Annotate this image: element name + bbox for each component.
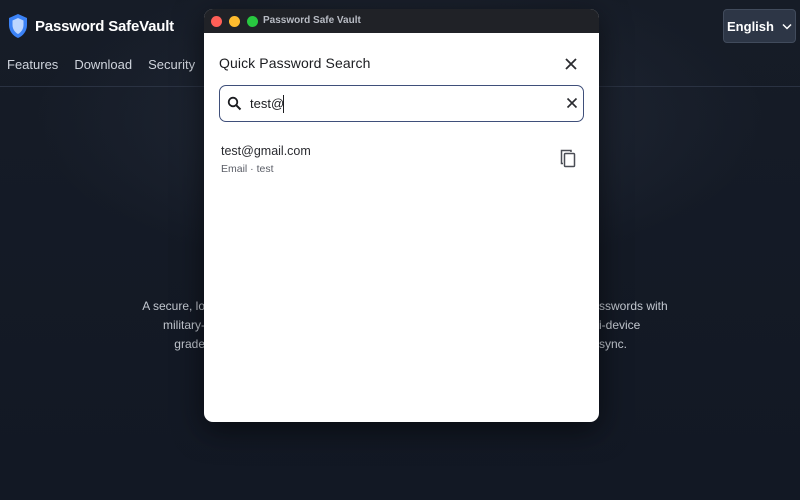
result-subtitle: Email · test [221, 163, 274, 175]
chevron-down-icon [782, 23, 792, 30]
dialog-close-button[interactable] [561, 54, 581, 74]
site-nav: Features Download Security E [7, 57, 220, 72]
window-title: Password Safe Vault [263, 15, 361, 26]
site-logo-text: Password SafeVault [35, 17, 174, 35]
shield-icon [9, 14, 27, 38]
hero-right-line-2: i-device sync. [599, 318, 641, 351]
close-icon [565, 58, 577, 70]
copy-icon [560, 149, 576, 167]
search-result-item[interactable]: test@gmail.com Email · test [221, 143, 581, 179]
language-selector[interactable]: English [723, 9, 796, 43]
window-controls [211, 15, 258, 27]
quick-search-window: Password Safe Vault Quick Password Searc… [204, 9, 599, 422]
nav-download[interactable]: Download [74, 57, 132, 72]
nav-features[interactable]: Features [7, 57, 58, 72]
nav-security[interactable]: Security [148, 57, 195, 72]
search-box [219, 85, 584, 122]
hero-text-right: sswords with i-device sync. [599, 297, 671, 354]
window-minimize-button[interactable] [229, 15, 240, 27]
hero-right-line-1: sswords with [599, 299, 668, 313]
result-title: test@gmail.com [221, 144, 311, 158]
hero-left-line-1: A secure, lo [142, 299, 205, 313]
clear-search-button[interactable] [564, 95, 580, 111]
site-logo[interactable]: Password SafeVault [7, 13, 174, 39]
window-titlebar[interactable]: Password Safe Vault [204, 9, 599, 33]
search-icon [227, 96, 242, 111]
dialog-title: Quick Password Search [219, 55, 371, 71]
clear-icon [566, 97, 578, 109]
copy-button[interactable] [558, 147, 578, 169]
search-input[interactable] [250, 91, 550, 116]
hero-left-line-2: military-grade [163, 318, 205, 351]
text-caret [283, 95, 284, 113]
language-label: English [727, 18, 774, 34]
hero-text-left: A secure, lo military-grade [133, 297, 205, 354]
window-close-button[interactable] [211, 15, 222, 27]
window-maximize-button[interactable] [247, 15, 258, 27]
